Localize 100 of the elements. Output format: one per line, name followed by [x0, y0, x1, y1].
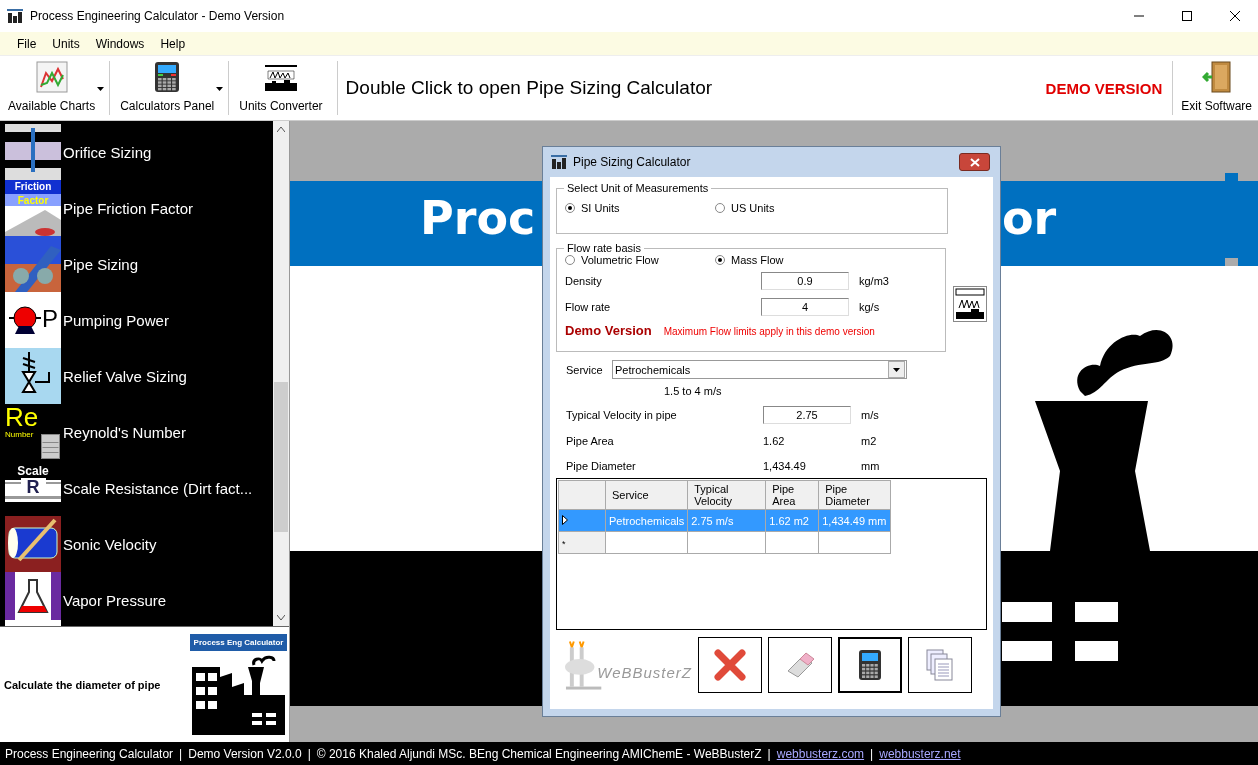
column-header[interactable]: Pipe Diameter	[818, 480, 891, 510]
menu-item[interactable]: Windows	[87, 34, 153, 53]
thumbnail-label: R	[20, 478, 46, 496]
unit-label: m/s	[861, 409, 879, 421]
orifice-plate-drawing	[5, 124, 61, 180]
units-logo-icon	[263, 63, 298, 93]
maximize-icon[interactable]	[1181, 10, 1193, 22]
thumbnail-label: Friction	[14, 181, 52, 193]
window-title: Process Engineering Calculator - Demo Version	[30, 9, 285, 23]
field-label: Service	[566, 363, 604, 376]
cancel-button[interactable]	[698, 637, 762, 693]
radio-option[interactable]: Mass Flow	[715, 254, 784, 266]
dropdown-arrow-icon	[893, 367, 900, 372]
menu-item[interactable]: Help	[152, 34, 194, 53]
list-item[interactable]: Orifice Sizing	[5, 124, 273, 180]
radio-option[interactable]: SI Units	[565, 202, 620, 214]
thumbnail-label: Re	[5, 404, 39, 430]
list-item[interactable]: Sonic Velocity	[5, 516, 273, 572]
thumbnail-label: Scale	[17, 464, 49, 478]
logo-title: Process Eng Calculator	[190, 634, 287, 651]
exit-door-icon	[1201, 61, 1232, 93]
toolbar-button[interactable]: Calculators Panel	[112, 59, 227, 117]
description-text: Calculate the diameter of pipe	[4, 678, 161, 691]
close-icon[interactable]	[1229, 10, 1241, 22]
pipe-drawing	[5, 236, 61, 292]
field-label: Flow rate	[565, 301, 612, 313]
toolbar-button[interactable]: Units Converter	[231, 59, 335, 117]
scroll-up-icon[interactable]	[277, 127, 285, 132]
factory-icon	[190, 653, 287, 735]
calculate-button[interactable]	[838, 637, 902, 693]
thumbnail-label: P	[42, 306, 58, 332]
current-row-icon	[562, 514, 568, 525]
input-field[interactable]: 4	[761, 298, 849, 316]
app-icon	[7, 9, 23, 23]
unit-label: kg/m3	[859, 275, 889, 287]
status-separator: |	[307, 746, 311, 761]
result-value: 1,434.49	[763, 460, 807, 472]
scroll-down-icon[interactable]	[277, 615, 285, 620]
toolbar-button[interactable]: Available Charts	[0, 59, 108, 117]
list-item[interactable]: Relief Valve Sizing	[5, 348, 273, 404]
copy-icon	[926, 649, 954, 681]
thumbnail-label: Number	[5, 430, 34, 439]
copy-button[interactable]	[908, 637, 972, 693]
result-label: Pipe Area	[566, 435, 615, 447]
units-logo-icon	[955, 288, 985, 320]
status-separator: |	[870, 746, 874, 761]
demo-title: Demo Version	[565, 323, 652, 338]
scrollbar[interactable]	[273, 121, 289, 626]
status-separator: |	[179, 746, 183, 761]
list-item[interactable]: Friction Factor Pipe Friction Factor	[5, 180, 273, 236]
banner-text: or	[1002, 190, 1057, 247]
list-item[interactable]: Pipe Sizing	[5, 236, 273, 292]
banner-text: Proc	[420, 190, 536, 247]
menu-item[interactable]: Units	[44, 34, 88, 53]
close-button[interactable]	[959, 153, 990, 171]
radio-option[interactable]: Volumetric Flow	[565, 254, 659, 266]
list-item[interactable]: Vapor Pressure	[5, 572, 273, 626]
pump-drawing	[5, 292, 61, 348]
unit-label: m2	[861, 435, 877, 447]
new-row-marker: *	[562, 538, 566, 549]
pipe-drawing	[5, 180, 61, 236]
cylinder-drawing	[5, 516, 61, 572]
service-dropdown[interactable]: Petrochemicals	[612, 360, 907, 379]
company-logo-text: WeBBusterZ	[597, 664, 692, 681]
field-label: Typical Velocity in pipe	[566, 409, 678, 421]
group-title: Select Unit of Measurements	[566, 182, 710, 194]
group-title: Flow rate basis	[566, 242, 642, 254]
demo-label: DEMO VERSION	[1045, 79, 1163, 97]
calculator-drawing	[41, 434, 60, 459]
demo-note: Maximum Flow limits apply in this demo version	[663, 326, 875, 337]
close-icon	[714, 649, 746, 681]
dialog-title: Pipe Sizing Calculator	[573, 155, 691, 169]
unit-label: mm	[861, 460, 880, 472]
menu-item[interactable]: File	[9, 34, 45, 53]
input-field[interactable]: 2.75	[763, 406, 851, 424]
result-label: Pipe Diameter	[566, 460, 637, 472]
list-item[interactable]: Scale R Scale Resistance (Dirt fact...	[5, 460, 273, 516]
valve-drawing	[5, 348, 61, 404]
unit-label: kg/s	[859, 301, 880, 313]
status-text: © 2016 Khaled Aljundi MSc. BEng Chemical Engineering AMIChemE - WeBBusterZ	[316, 746, 762, 761]
units-converter-button[interactable]	[953, 286, 987, 322]
status-text: Process Engineering Calculator	[5, 746, 174, 761]
status-separator: |	[767, 746, 771, 761]
line-chart-icon	[35, 61, 68, 93]
exit-button[interactable]: Exit Software	[1175, 59, 1258, 117]
input-field[interactable]: 0.9	[761, 272, 849, 290]
status-text: Demo Version V2.0.0	[188, 746, 302, 761]
clear-button[interactable]	[768, 637, 832, 693]
thumbnail-label: Factor	[17, 195, 49, 207]
scroll-thumb[interactable]	[274, 382, 288, 532]
radio-option[interactable]: US Units	[715, 202, 775, 214]
status-link[interactable]: webbusterz.net	[879, 746, 961, 761]
column-header[interactable]: Pipe Area	[765, 480, 819, 510]
column-header[interactable]: Service	[605, 480, 688, 510]
column-header[interactable]: Typical Velocity	[687, 480, 766, 510]
calculator-icon	[858, 649, 882, 681]
app-icon	[551, 155, 567, 169]
list-item[interactable]: P Pumping Power	[5, 292, 273, 348]
field-label: Density	[565, 275, 603, 287]
status-link[interactable]: webbusterz.com	[776, 746, 865, 761]
